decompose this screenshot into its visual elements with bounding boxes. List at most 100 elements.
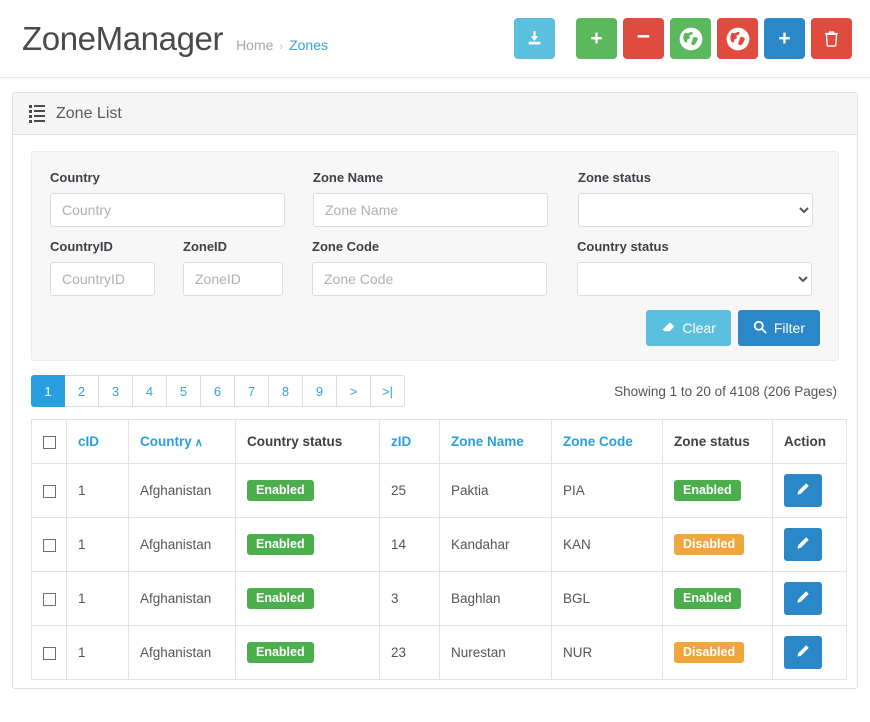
select-all-checkbox-header — [31, 419, 67, 464]
cell-action — [772, 571, 847, 626]
zone-code-input[interactable] — [312, 262, 547, 296]
country-field-group: Country — [50, 170, 285, 227]
cell-zone-name: Paktia — [439, 463, 552, 518]
cell-zone-name: Kandahar — [439, 517, 552, 572]
country-id-input[interactable] — [50, 262, 155, 296]
row-checkbox[interactable] — [43, 484, 56, 498]
cell-action — [772, 463, 847, 518]
status-badge: Enabled — [674, 587, 741, 610]
zone-name-field-group: Zone Name — [313, 170, 548, 227]
table-row: 1 Afghanistan Enabled 25 Paktia PIA Enab… — [31, 463, 847, 518]
page-item-5[interactable]: 5 — [167, 375, 201, 407]
header-zid[interactable]: zID — [379, 419, 440, 464]
edit-icon — [796, 590, 810, 607]
zone-code-field-group: Zone Code — [312, 239, 547, 296]
page-item-8[interactable]: 8 — [269, 375, 303, 407]
filter-button-label: Filter — [773, 320, 805, 336]
table-header: cID Country ∧ Country status zID Zone Nam… — [31, 419, 847, 464]
minus-icon: − — [636, 23, 651, 49]
status-badge: Enabled — [674, 479, 741, 502]
globe-icon — [678, 26, 704, 52]
cell-country: Afghanistan — [128, 571, 236, 626]
disable-country-button[interactable] — [717, 18, 758, 59]
header-zone-name[interactable]: Zone Name — [439, 419, 552, 464]
filter-row-1: Country Zone Name Zone status Enabled Di… — [50, 170, 820, 227]
page-item-6[interactable]: 6 — [201, 375, 235, 407]
header-zone-code[interactable]: Zone Code — [551, 419, 663, 464]
edit-icon — [796, 536, 810, 553]
eraser-icon — [661, 320, 675, 337]
cell-zone-status: Disabled — [662, 517, 773, 572]
cell-zone-code: KAN — [551, 517, 663, 572]
edit-row-button[interactable] — [784, 528, 822, 561]
table-row: 1 Afghanistan Enabled 23 Nurestan NUR Di… — [31, 625, 847, 680]
zone-list-panel: Zone List Country Zone Name Zone status … — [12, 92, 858, 689]
breadcrumb-home[interactable]: Home — [236, 37, 273, 53]
cell-zone-code: PIA — [551, 463, 663, 518]
page-next-button[interactable]: > — [337, 375, 371, 407]
search-icon — [753, 320, 767, 337]
cell-zone-status: Disabled — [662, 625, 773, 680]
add-country-button[interactable]: + — [576, 18, 617, 59]
cell-cid: 1 — [66, 517, 129, 572]
table-row: 1 Afghanistan Enabled 14 Kandahar KAN Di… — [31, 517, 847, 572]
country-status-label: Country status — [577, 239, 669, 254]
zone-name-input[interactable] — [313, 193, 548, 227]
zone-id-field-group: ZoneID — [183, 239, 283, 296]
edit-icon — [796, 644, 810, 661]
header-cid[interactable]: cID — [66, 419, 129, 464]
filter-form: Country Zone Name Zone status Enabled Di… — [31, 151, 839, 361]
page-item-4[interactable]: 4 — [133, 375, 167, 407]
enable-country-button[interactable] — [670, 18, 711, 59]
edit-row-button[interactable] — [784, 582, 822, 615]
page-item-2[interactable]: 2 — [65, 375, 99, 407]
brand-block: ZoneManager Home › Zones — [22, 22, 514, 55]
filter-button[interactable]: Filter — [737, 310, 820, 346]
row-checkbox[interactable] — [43, 646, 56, 660]
remove-country-button[interactable]: − — [623, 18, 664, 59]
page-item-9[interactable]: 9 — [303, 375, 337, 407]
header-country-status: Country status — [235, 419, 380, 464]
delete-zone-button[interactable] — [811, 18, 852, 59]
cell-country: Afghanistan — [128, 463, 236, 518]
globe-icon — [725, 26, 751, 52]
page-header: ZoneManager Home › Zones + − + — [0, 0, 870, 78]
edit-row-button[interactable] — [784, 474, 822, 507]
page-item-3[interactable]: 3 — [99, 375, 133, 407]
country-label: Country — [50, 170, 100, 185]
cell-action — [772, 517, 847, 572]
cell-country-status: Enabled — [235, 463, 380, 518]
zone-id-label: ZoneID — [183, 239, 228, 254]
header-actions: + − + — [514, 18, 852, 59]
status-badge: Enabled — [247, 479, 314, 502]
page-last-button[interactable]: >| — [371, 375, 405, 407]
cell-zid: 25 — [379, 463, 440, 518]
cell-zone-code: NUR — [551, 625, 663, 680]
download-icon — [526, 30, 543, 47]
header-country[interactable]: Country ∧ — [128, 419, 236, 464]
status-badge: Enabled — [247, 641, 314, 664]
export-download-button[interactable] — [514, 18, 555, 59]
cell-zone-name: Baghlan — [439, 571, 552, 626]
row-checkbox[interactable] — [43, 538, 56, 552]
zone-id-input[interactable] — [183, 262, 283, 296]
country-input[interactable] — [50, 193, 285, 227]
row-checkbox[interactable] — [43, 592, 56, 606]
page-item-1[interactable]: 1 — [31, 375, 65, 407]
zone-code-label: Zone Code — [312, 239, 380, 254]
cell-zone-status: Enabled — [662, 463, 773, 518]
zone-status-label: Zone status — [578, 170, 651, 185]
breadcrumb-zones[interactable]: Zones — [289, 37, 328, 53]
country-status-select[interactable]: Enabled Disabled — [577, 262, 812, 296]
plus-icon: + — [778, 27, 791, 50]
row-select-cell — [31, 463, 67, 518]
table-body: 1 Afghanistan Enabled 25 Paktia PIA Enab… — [31, 463, 847, 680]
clear-button[interactable]: Clear — [646, 310, 731, 346]
sort-asc-icon: ∧ — [194, 437, 203, 449]
edit-row-button[interactable] — [784, 636, 822, 669]
page-item-7[interactable]: 7 — [235, 375, 269, 407]
select-all-checkbox[interactable] — [43, 435, 56, 449]
add-zone-button[interactable]: + — [764, 18, 805, 59]
cell-cid: 1 — [66, 571, 129, 626]
zone-status-select[interactable]: Enabled Disabled — [578, 193, 813, 227]
